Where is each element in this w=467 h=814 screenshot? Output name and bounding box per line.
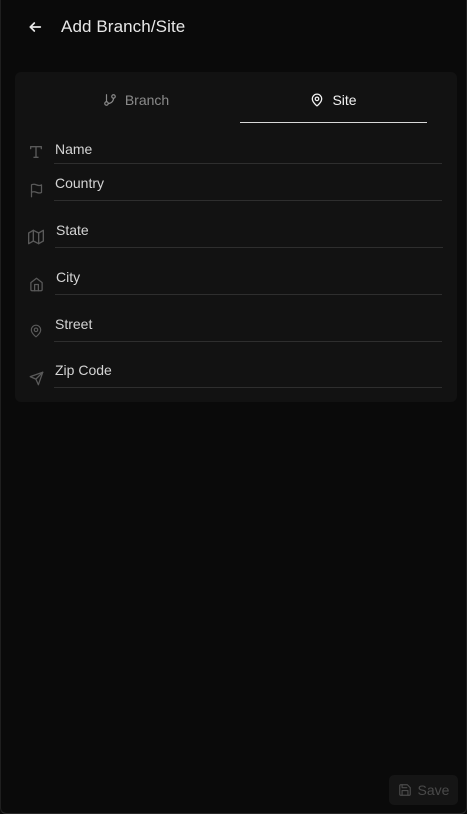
- state-field: [27, 212, 443, 248]
- save-button-label: Save: [417, 782, 450, 798]
- type-icon: [27, 143, 45, 161]
- tab-site[interactable]: Site: [240, 92, 427, 123]
- street-field: [27, 306, 442, 342]
- name-input[interactable]: [54, 134, 442, 164]
- street-input[interactable]: [54, 306, 442, 342]
- map-pin-icon: [310, 93, 324, 107]
- city-field: [27, 259, 442, 295]
- tab-bar: Branch Site: [15, 72, 457, 124]
- country-field: [27, 165, 442, 201]
- page-header: Add Branch/Site: [1, 0, 466, 54]
- state-input[interactable]: [55, 212, 443, 248]
- form-card: Branch Site: [15, 72, 457, 402]
- git-branch-icon: [103, 93, 117, 107]
- map-pin-icon: [27, 322, 45, 340]
- flag-icon: [27, 181, 45, 199]
- map-icon: [27, 228, 45, 246]
- back-button[interactable]: [25, 17, 45, 37]
- add-site-screen: Add Branch/Site Branch Site Name Country…: [0, 0, 467, 814]
- country-input[interactable]: [54, 165, 442, 201]
- name-field: [27, 134, 442, 164]
- arrow-left-icon: [29, 22, 42, 32]
- zip-input[interactable]: [54, 352, 442, 388]
- zip-field: [27, 352, 442, 388]
- tab-site-label: Site: [332, 92, 357, 108]
- save-button[interactable]: Save: [389, 775, 458, 805]
- tab-branch[interactable]: Branch: [41, 92, 231, 123]
- save-icon: [398, 783, 412, 797]
- send-icon: [27, 369, 45, 387]
- tab-branch-label: Branch: [124, 92, 170, 108]
- page-title: Add Branch/Site: [61, 17, 186, 36]
- city-input[interactable]: [55, 259, 442, 295]
- home-icon: [27, 275, 45, 293]
